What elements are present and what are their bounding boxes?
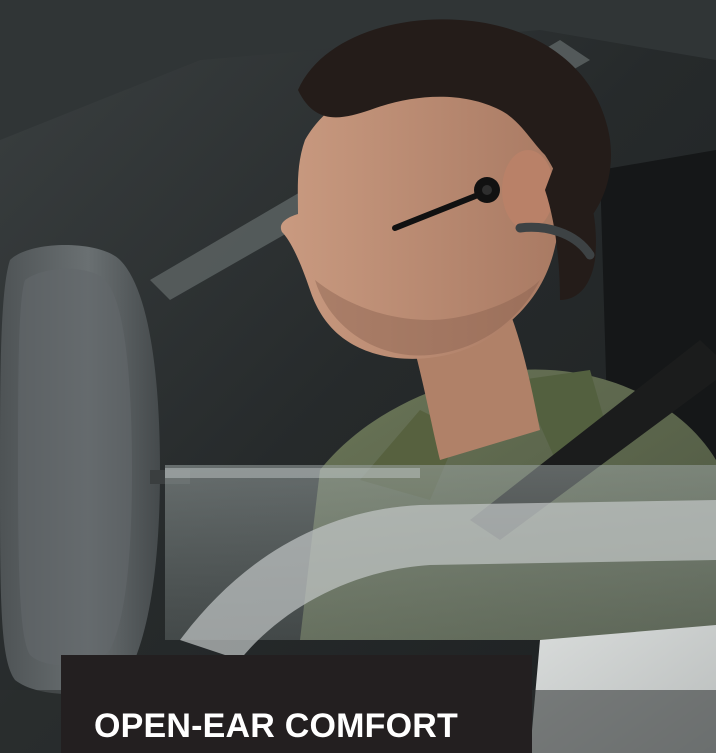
caption-box: OPEN-EAR COMFORT <box>61 655 532 753</box>
driver-photo <box>0 0 716 753</box>
hero-image <box>0 0 716 753</box>
caption-title: OPEN-EAR COMFORT <box>94 707 458 745</box>
